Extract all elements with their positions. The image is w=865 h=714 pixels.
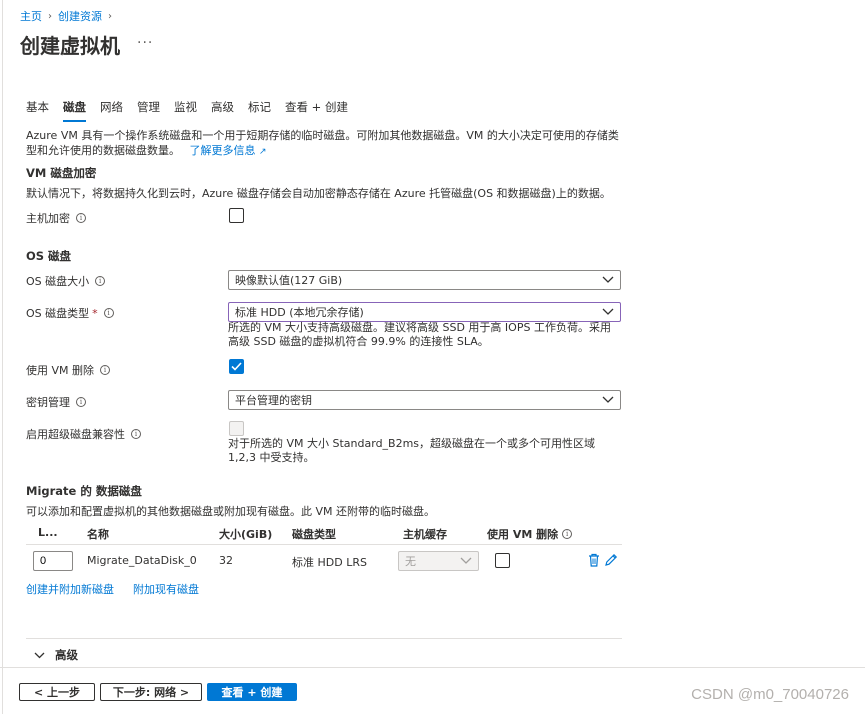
chevron-down-icon (602, 396, 614, 403)
info-icon[interactable]: i (76, 213, 86, 223)
chevron-down-icon (34, 652, 45, 658)
column-host-caching[interactable]: 主机缓存 (403, 526, 447, 542)
page-title: 创建虚拟机 (20, 34, 120, 58)
table-header-divider (26, 544, 622, 545)
create-attach-new-disk-link[interactable]: 创建并附加新磁盘 (26, 581, 114, 597)
tab-networking[interactable]: 网络 (100, 99, 123, 122)
key-management-dropdown[interactable]: 平台管理的密钥 (228, 390, 621, 410)
os-disk-size-label: OS 磁盘大小 i (26, 273, 106, 289)
external-link-icon: ↗ (259, 147, 267, 157)
host-caching-dropdown[interactable]: 无 (398, 551, 479, 571)
breadcrumb-create-resource[interactable]: 创建资源 (58, 8, 102, 24)
intro-description: Azure VM 具有一个操作系统磁盘和一个用于短期存储的临时磁盘。可附加其他数… (26, 129, 619, 157)
column-delete-with-vm[interactable]: 使用 VM 删除 i (487, 526, 573, 542)
footer-divider (0, 667, 865, 668)
info-icon[interactable]: i (100, 365, 111, 375)
wizard-tabs: 基本 磁盘 网络 管理 监视 高级 标记 查看 + 创建 (26, 99, 362, 122)
disk-size-cell: 32 (219, 554, 233, 567)
column-size[interactable]: 大小(GiB) (219, 526, 272, 542)
host-encryption-checkbox[interactable] (229, 208, 244, 223)
previous-button[interactable]: < 上一步 (19, 683, 95, 701)
tab-management[interactable]: 管理 (137, 99, 160, 122)
chevron-right-icon: › (48, 10, 52, 22)
tab-basics[interactable]: 基本 (26, 99, 49, 122)
host-encryption-label: 主机加密 i (26, 210, 86, 226)
column-name[interactable]: 名称 (87, 526, 109, 542)
delete-with-vm-label: 使用 VM 删除 i (26, 362, 111, 378)
attach-existing-disk-link[interactable]: 附加现有磁盘 (133, 581, 199, 597)
os-disk-type-dropdown[interactable]: 标准 HDD (本地冗余存储) (228, 302, 621, 322)
data-disk-delete-checkbox[interactable] (495, 553, 510, 568)
review-create-button[interactable]: 查看 + 创建 (207, 683, 297, 701)
advanced-divider (26, 638, 622, 639)
os-disk-type-label: OS 磁盘类型 * i (26, 305, 114, 321)
info-icon[interactable]: i (76, 397, 86, 407)
tab-disks[interactable]: 磁盘 (63, 99, 86, 122)
os-disk-heading: OS 磁盘 (26, 249, 72, 263)
info-icon[interactable]: i (562, 529, 573, 539)
delete-with-vm-checkbox[interactable] (229, 359, 244, 374)
intro-text: Azure VM 具有一个操作系统磁盘和一个用于短期存储的临时磁盘。可附加其他数… (26, 128, 626, 160)
chevron-down-icon (460, 557, 472, 564)
disk-type-cell: 标准 HDD LRS (292, 556, 367, 569)
breadcrumb-home[interactable]: 主页 (20, 8, 42, 24)
watermark: CSDN @m0_70040726 (691, 686, 849, 703)
encryption-description: 默认情况下，将数据持久化到云时，Azure 磁盘存储会自动加密静态存储在 Azu… (26, 187, 611, 200)
checkmark-icon (231, 362, 242, 371)
advanced-expander[interactable]: 高级 (34, 647, 78, 663)
info-icon[interactable]: i (95, 276, 106, 286)
info-icon[interactable]: i (131, 429, 141, 439)
next-networking-button[interactable]: 下一步: 网络 > (100, 683, 202, 701)
tab-advanced[interactable]: 高级 (211, 99, 234, 122)
tab-tags[interactable]: 标记 (248, 99, 271, 122)
tab-review-create[interactable]: 查看 + 创建 (285, 99, 348, 122)
column-lun[interactable]: L... (38, 526, 58, 539)
chevron-down-icon (602, 308, 614, 315)
ultra-disk-hint: 对于所选的 VM 大小 Standard_B2ms，超级磁盘在一个或多个可用性区… (228, 437, 596, 464)
disk-name-cell: Migrate_DataDisk_0 (87, 554, 197, 567)
breadcrumb: 主页 › 创建资源 › (20, 8, 112, 24)
chevron-down-icon (602, 276, 614, 283)
ultra-disk-checkbox[interactable] (229, 421, 244, 436)
tab-monitoring[interactable]: 监视 (174, 99, 197, 122)
left-border (2, 0, 3, 714)
data-disks-description: 可以添加和配置虚拟机的其他数据磁盘或附加现有磁盘。此 VM 还附带的临时磁盘。 (26, 505, 436, 518)
key-management-label: 密钥管理 i (26, 394, 86, 410)
chevron-right-icon: › (108, 10, 112, 22)
learn-more-link[interactable]: 了解更多信息 ↗ (190, 144, 267, 157)
lun-input[interactable] (33, 551, 73, 571)
ultra-disk-label: 启用超级磁盘兼容性 i (26, 426, 141, 442)
info-icon[interactable]: i (103, 308, 114, 318)
encryption-heading: VM 磁盘加密 (26, 166, 97, 180)
os-disk-size-dropdown[interactable]: 映像默认值(127 GiB) (228, 270, 621, 290)
column-disk-type[interactable]: 磁盘类型 (292, 526, 336, 542)
os-disk-type-hint: 所选的 VM 大小支持高级磁盘。建议将高级 SSD 用于高 IOPS 工作负荷。… (228, 321, 611, 348)
delete-icon[interactable] (588, 553, 600, 567)
edit-icon[interactable] (604, 553, 618, 567)
more-options-button[interactable]: ··· (137, 35, 153, 51)
data-disks-heading: Migrate 的 数据磁盘 (26, 484, 142, 498)
